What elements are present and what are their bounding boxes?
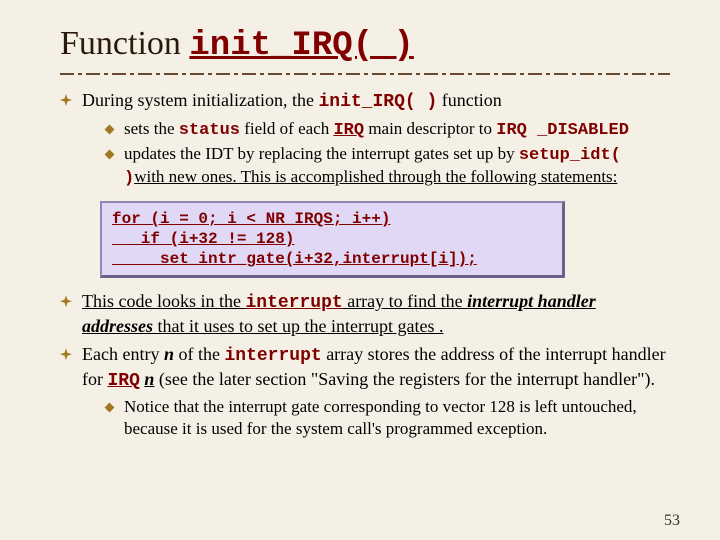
- title-plain: Function: [60, 25, 189, 62]
- bullet-list-level1: During system initialization, the init_I…: [60, 89, 670, 189]
- slide-title: Function init_IRQ( ): [60, 25, 670, 65]
- irq-underline-2: IRQ: [108, 371, 140, 391]
- bullet-1b: updates the IDT by replacing the interru…: [106, 143, 670, 190]
- bullet-1-text2: function: [437, 90, 502, 110]
- title-code: init_IRQ( ): [189, 27, 413, 65]
- code-block-wrap: for (i = 0; i < NR_IRQS; i++) if (i+32 !…: [100, 201, 670, 278]
- divider: [60, 73, 670, 75]
- bullet-1-text: During system initialization, the: [82, 90, 318, 110]
- bullet-2: This code looks in the interrupt array t…: [60, 290, 670, 337]
- code-line-3: set_intr_gate(i+32,interrupt[i]);: [112, 249, 552, 269]
- bullet-1-code: init_IRQ( ): [318, 92, 437, 112]
- code-line-2: if (i+32 != 128): [112, 229, 552, 249]
- code-line-1: for (i = 0; i < NR_IRQS; i++): [112, 209, 552, 229]
- bullet-3a: Notice that the interrupt gate correspon…: [106, 396, 670, 439]
- bullet-3: Each entry n of the interrupt array stor…: [60, 343, 670, 439]
- page-number: 53: [664, 512, 680, 530]
- bullet-list-level1-b: This code looks in the interrupt array t…: [60, 290, 670, 439]
- bullet-1: During system initialization, the init_I…: [60, 89, 670, 189]
- code-block: for (i = 0; i < NR_IRQS; i++) if (i+32 !…: [100, 201, 565, 278]
- bullet-1a: sets the status field of each IRQ main d…: [106, 118, 670, 141]
- bullet-3-sublist: Notice that the interrupt gate correspon…: [82, 396, 670, 439]
- bullet-1-sublist: sets the status field of each IRQ main d…: [82, 118, 670, 190]
- irq-underline: IRQ: [333, 121, 364, 140]
